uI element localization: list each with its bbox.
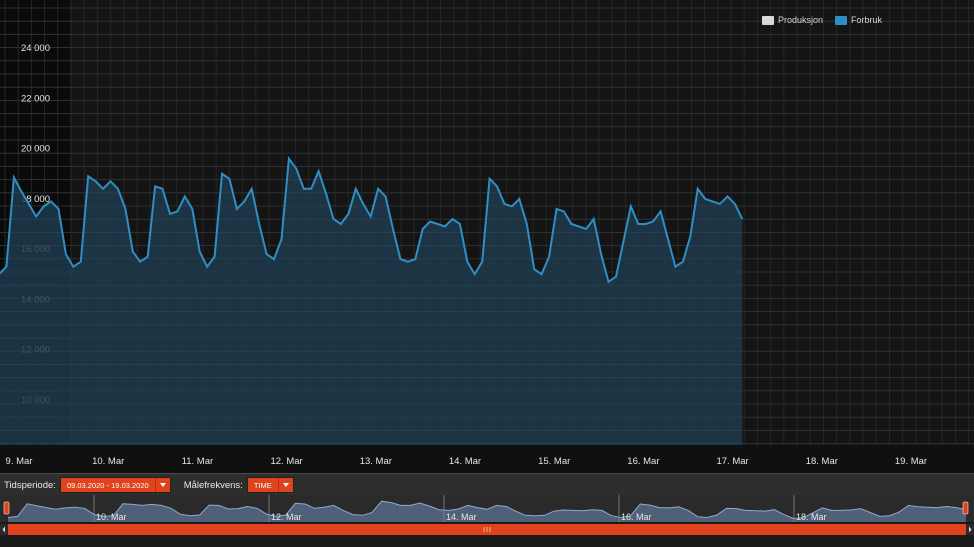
legend-label-produksjon: Produksjon bbox=[777, 15, 823, 25]
period-label: Tidsperiode: bbox=[4, 479, 56, 491]
x-tick-label: 15. Mar bbox=[538, 456, 570, 467]
navigator-label: 12. Mar bbox=[271, 512, 302, 522]
period-value: 09.03.2020 - 19.03.2020 bbox=[66, 480, 149, 490]
chart-area[interactable]: 10 00012 00014 00016 00018 00020 00022 0… bbox=[0, 0, 974, 475]
navigator-handle-right[interactable] bbox=[962, 501, 969, 515]
navigator-label: 10. Mar bbox=[96, 512, 127, 522]
legend-item-forbruk[interactable]: Forbruk bbox=[834, 15, 882, 25]
x-tick-label: 14. Mar bbox=[449, 456, 481, 467]
chart-legend: Produksjon Forbruk bbox=[761, 15, 882, 25]
navigator-handle-left[interactable] bbox=[3, 501, 10, 515]
chevron-down-icon[interactable] bbox=[154, 478, 170, 492]
legend-swatch-produksjon bbox=[761, 15, 774, 25]
legend-swatch-forbruk bbox=[834, 15, 847, 25]
freq-value: TIME bbox=[253, 480, 272, 490]
freq-label: Målefrekvens: bbox=[183, 479, 243, 491]
navigator[interactable]: 10. Mar 12. Mar 14. Mar 16. Mar 18. Mar bbox=[0, 495, 974, 547]
period-dropdown[interactable]: 09.03.2020 - 19.03.2020 bbox=[59, 477, 171, 493]
x-tick-label: 17. Mar bbox=[716, 456, 748, 467]
x-tick-label: 18. Mar bbox=[806, 456, 838, 467]
x-tick-label: 10. Mar bbox=[92, 456, 124, 467]
navigator-label: 18. Mar bbox=[796, 512, 827, 522]
x-tick-label: 9. Mar bbox=[6, 456, 33, 467]
legend-label-forbruk: Forbruk bbox=[850, 15, 882, 25]
navigator-label: 14. Mar bbox=[446, 512, 477, 522]
navigator-plot[interactable]: 10. Mar 12. Mar 14. Mar 16. Mar 18. Mar bbox=[0, 495, 974, 547]
x-tick-label: 19. Mar bbox=[895, 456, 927, 467]
y-tick-label: 22 000 bbox=[21, 93, 50, 104]
x-tick-label: 13. Mar bbox=[360, 456, 392, 467]
controls-bar: Tidsperiode: 09.03.2020 - 19.03.2020 Mål… bbox=[0, 473, 974, 496]
chart-plot[interactable]: 10 00012 00014 00016 00018 00020 00022 0… bbox=[0, 0, 974, 475]
legend-item-produksjon[interactable]: Produksjon bbox=[761, 15, 823, 25]
navigator-label: 16. Mar bbox=[621, 512, 652, 522]
freq-dropdown[interactable]: TIME bbox=[246, 477, 294, 493]
x-tick-label: 16. Mar bbox=[627, 456, 659, 467]
x-tick-label: 11. Mar bbox=[182, 456, 214, 467]
y-tick-label: 24 000 bbox=[21, 43, 50, 54]
x-tick-label: 12. Mar bbox=[270, 456, 302, 467]
chevron-down-icon[interactable] bbox=[277, 478, 293, 492]
